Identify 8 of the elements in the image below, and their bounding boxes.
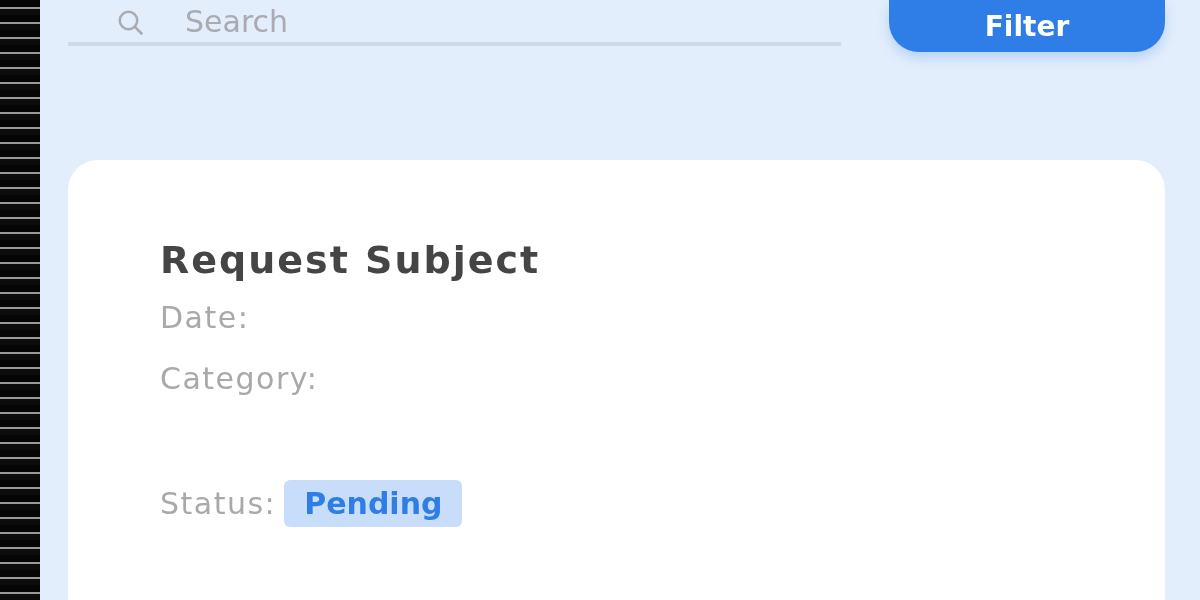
filter-button[interactable]: Filter <box>889 0 1165 52</box>
status-label: Status: <box>160 486 277 521</box>
field-label: Category: <box>160 361 320 396</box>
search-icon <box>116 8 146 38</box>
request-title: Request Subject <box>160 238 542 282</box>
status-tag: Pending <box>284 480 463 527</box>
search-field[interactable]: Search <box>68 0 841 46</box>
field-label: Date: <box>160 300 251 335</box>
